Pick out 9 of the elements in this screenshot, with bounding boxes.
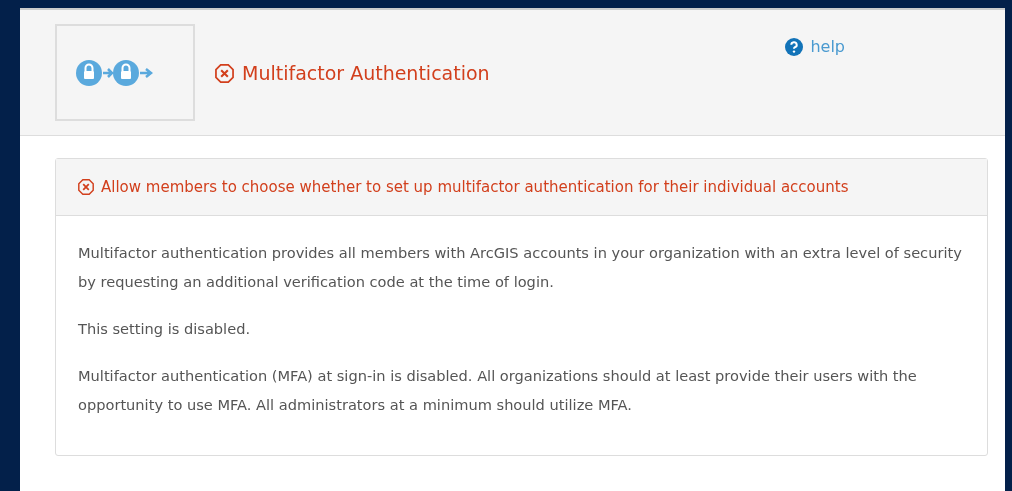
description-text: Multifactor authentication (MFA) at sign-in is disabled. All organizations should at least provide their users with the opportunity to use MFA. All administrators at a minimum should utilize MFA. — [78, 366, 918, 415]
error-icon — [78, 179, 94, 195]
setting-title: Allow members to choose whether to set up multifactor authentication for their individual accounts — [101, 178, 849, 196]
description-text: This setting is disabled. — [78, 319, 252, 339]
help-icon — [785, 37, 804, 56]
error-icon — [215, 63, 234, 83]
description-text: Multifactor authentication provides all members with ArcGIS accounts in your organization with an extra level of security by requesting an additional verification code at the time of login. — [78, 243, 963, 292]
help-link[interactable]: help — [785, 37, 845, 56]
section-title: Multifactor Authentication — [242, 62, 490, 84]
